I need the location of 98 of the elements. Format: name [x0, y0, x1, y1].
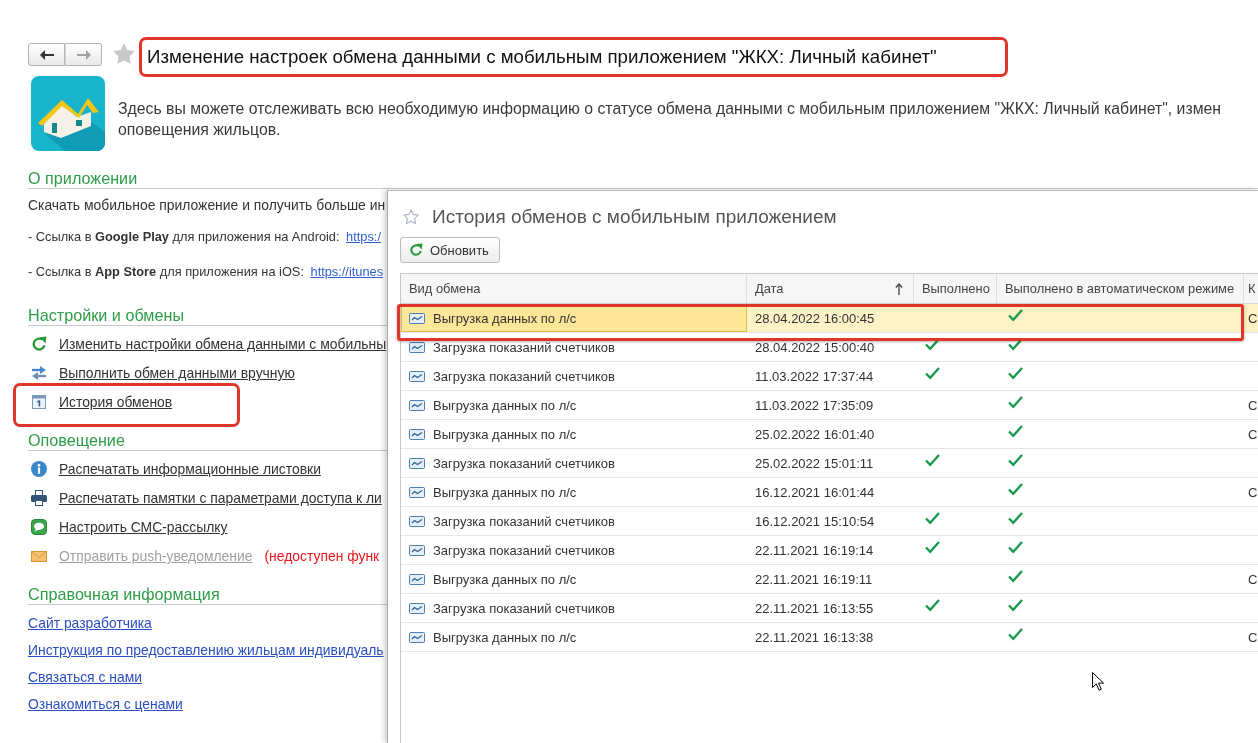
refresh-icon [409, 243, 423, 257]
cell-text: С [1248, 426, 1258, 442]
description-text: Здесь вы можете отслеживать всю необходимую информацию о статусе обмена данными с мобильным приложением "ЖКХ: Личный кабинет", измен [118, 99, 1221, 119]
page-title: Изменение настроек обмена данными с мобильным приложением "ЖКХ: Личный кабинет" [147, 46, 937, 68]
cell-text: С [1248, 310, 1258, 326]
line-chart-icon [409, 544, 425, 556]
exchange-type-text: Загрузка показаний счетчиков [433, 368, 615, 384]
table-row[interactable]: Загрузка показаний счетчиков 22.11.2021 16:19:14 [401, 536, 1258, 565]
exchange-type-text: Загрузка показаний счетчиков [433, 513, 615, 529]
section-heading: Справочная информация [28, 585, 220, 603]
star-icon[interactable] [403, 209, 419, 225]
column-header[interactable]: Выполнено в автоматическом режиме [997, 274, 1244, 303]
unavailable-note: (недоступен функ [264, 548, 380, 564]
chat-icon [31, 519, 47, 535]
table-row[interactable]: Выгрузка данных по л/с 25.02.2022 16:01:40 С [401, 420, 1258, 449]
reference-link[interactable]: Инструкция по предоставлению жильцам индивидуаль [28, 642, 384, 658]
reference-link[interactable]: Ознакомиться с ценами [28, 696, 183, 712]
line-chart-icon [409, 399, 425, 411]
line-chart-icon [409, 515, 425, 527]
info-text: Скачать мобильное приложение и получить больше ин [28, 197, 387, 213]
section-heading: Настройки и обмены [28, 306, 185, 324]
exchange-type-text: Выгрузка данных по л/с [433, 484, 577, 500]
date-text: 22.11.2021 16:19:11 [755, 571, 873, 587]
date-text: 22.11.2021 16:13:55 [755, 600, 874, 616]
section-heading: Оповещение [28, 431, 125, 449]
cell-text: С [1248, 397, 1258, 413]
action-link[interactable]: Распечатать информационные листовки [59, 461, 321, 477]
date-text: 22.11.2021 16:13:38 [755, 629, 874, 645]
date-text: 25.02.2022 15:01:11 [755, 455, 874, 471]
line-chart-icon [409, 631, 425, 643]
exchange-type-text: Выгрузка данных по л/с [433, 310, 577, 326]
action-link[interactable]: Настроить СМС-рассылку [59, 519, 228, 535]
exchange-type-text: Загрузка показаний счетчиков [433, 455, 615, 471]
date-text: 16.12.2021 15:10:54 [755, 513, 875, 529]
line-chart-icon [409, 370, 425, 382]
date-text: 22.11.2021 16:19:14 [755, 542, 874, 558]
line-chart-icon [409, 602, 425, 614]
line-chart-icon [409, 457, 425, 469]
action-link[interactable]: Выполнить обмен данными вручную [59, 365, 295, 381]
mouse-cursor-icon [1092, 672, 1104, 691]
line-chart-icon [409, 341, 425, 353]
exchange-type-text: Загрузка показаний счетчиков [433, 600, 615, 616]
line-chart-icon [409, 573, 425, 585]
table-row[interactable]: Выгрузка данных по л/с 11.03.2022 17:35:09 С [401, 391, 1258, 420]
date-text: 11.03.2022 17:37:44 [755, 368, 874, 384]
table-row[interactable]: Выгрузка данных по л/с 16.12.2021 16:01:44 С [401, 478, 1258, 507]
url-link[interactable]: https://itunes [310, 264, 384, 279]
table-row[interactable]: Выгрузка данных по л/с 22.11.2021 16:19:11 С [401, 565, 1258, 594]
cell-text: С [1248, 484, 1258, 500]
reference-link[interactable]: Связаться с нами [28, 669, 142, 685]
store-link-text: - Ссылка в Google Play для приложения на Android: https:/ [28, 229, 382, 245]
envelope-icon [31, 550, 47, 562]
cell-text: С [1248, 571, 1258, 587]
column-header[interactable]: Выполнено [914, 274, 997, 303]
action-link[interactable]: Распечатать памятки с параметрами доступа к ли [59, 490, 382, 506]
line-chart-icon [409, 312, 425, 324]
dialog-title: История обменов с мобильным приложением [432, 206, 837, 228]
date-text: 25.02.2022 16:01:40 [755, 426, 875, 442]
line-chart-icon [409, 486, 425, 498]
date-text: 16.12.2021 16:01:44 [755, 484, 875, 500]
arrow-right-icon [76, 49, 91, 60]
refresh-button[interactable]: Обновить [400, 237, 500, 263]
line-chart-icon [409, 428, 425, 440]
table-row[interactable]: Загрузка показаний счетчиков 22.11.2021 16:13:55 [401, 594, 1258, 623]
description-text: оповещения жильцов. [118, 120, 282, 140]
column-header[interactable]: Вид обмена [401, 274, 747, 303]
info-icon [31, 461, 47, 477]
action-link[interactable]: История обменов [59, 394, 173, 410]
star-icon[interactable] [113, 43, 135, 64]
section-heading: О приложении [28, 169, 138, 187]
exchange-type-text: Загрузка показаний счетчиков [433, 542, 615, 558]
refresh-icon [31, 336, 47, 352]
date-text: 28.04.2022 15:00:40 [755, 339, 875, 355]
table-row[interactable]: Загрузка показаний счетчиков 16.12.2021 15:10:54 [401, 507, 1258, 536]
url-link[interactable]: https:/ [346, 229, 381, 244]
date-text: 11.03.2022 17:35:09 [755, 397, 874, 413]
back-button[interactable] [28, 43, 65, 66]
exchange-type-text: Выгрузка данных по л/с [433, 629, 577, 645]
date-text: 28.04.2022 16:00:45 [755, 310, 875, 326]
table-row[interactable]: Загрузка показаний счетчиков 25.02.2022 15:01:11 [401, 449, 1258, 478]
printer-icon [31, 490, 47, 506]
exchange-type-text: Выгрузка данных по л/с [433, 397, 577, 413]
arrows-icon [31, 365, 47, 381]
house-app-icon [31, 76, 105, 151]
column-header[interactable]: К [1244, 274, 1258, 303]
table-row[interactable]: Загрузка показаний счетчиков 28.04.2022 15:00:40 [401, 333, 1258, 362]
store-link-text: - Ссылка в App Store для приложения на iOS: https://itunes [28, 264, 385, 280]
table-row[interactable]: Выгрузка данных по л/с 22.11.2021 16:13:38 С [401, 623, 1258, 652]
arrow-left-icon [39, 49, 54, 60]
exchange-type-text: Выгрузка данных по л/с [433, 426, 577, 442]
calendar-icon [31, 394, 47, 410]
exchange-type-text: Выгрузка данных по л/с [433, 571, 577, 587]
action-link[interactable]: Изменить настройки обмена данными с мобильны [59, 336, 387, 352]
table-row[interactable]: Загрузка показаний счетчиков 11.03.2022 17:37:44 [401, 362, 1258, 391]
exchange-type-text: Загрузка показаний счетчиков [433, 339, 615, 355]
column-header[interactable]: Дата [747, 274, 914, 303]
cell-text: С [1248, 629, 1258, 645]
reference-link[interactable]: Сайт разработчика [28, 615, 152, 631]
